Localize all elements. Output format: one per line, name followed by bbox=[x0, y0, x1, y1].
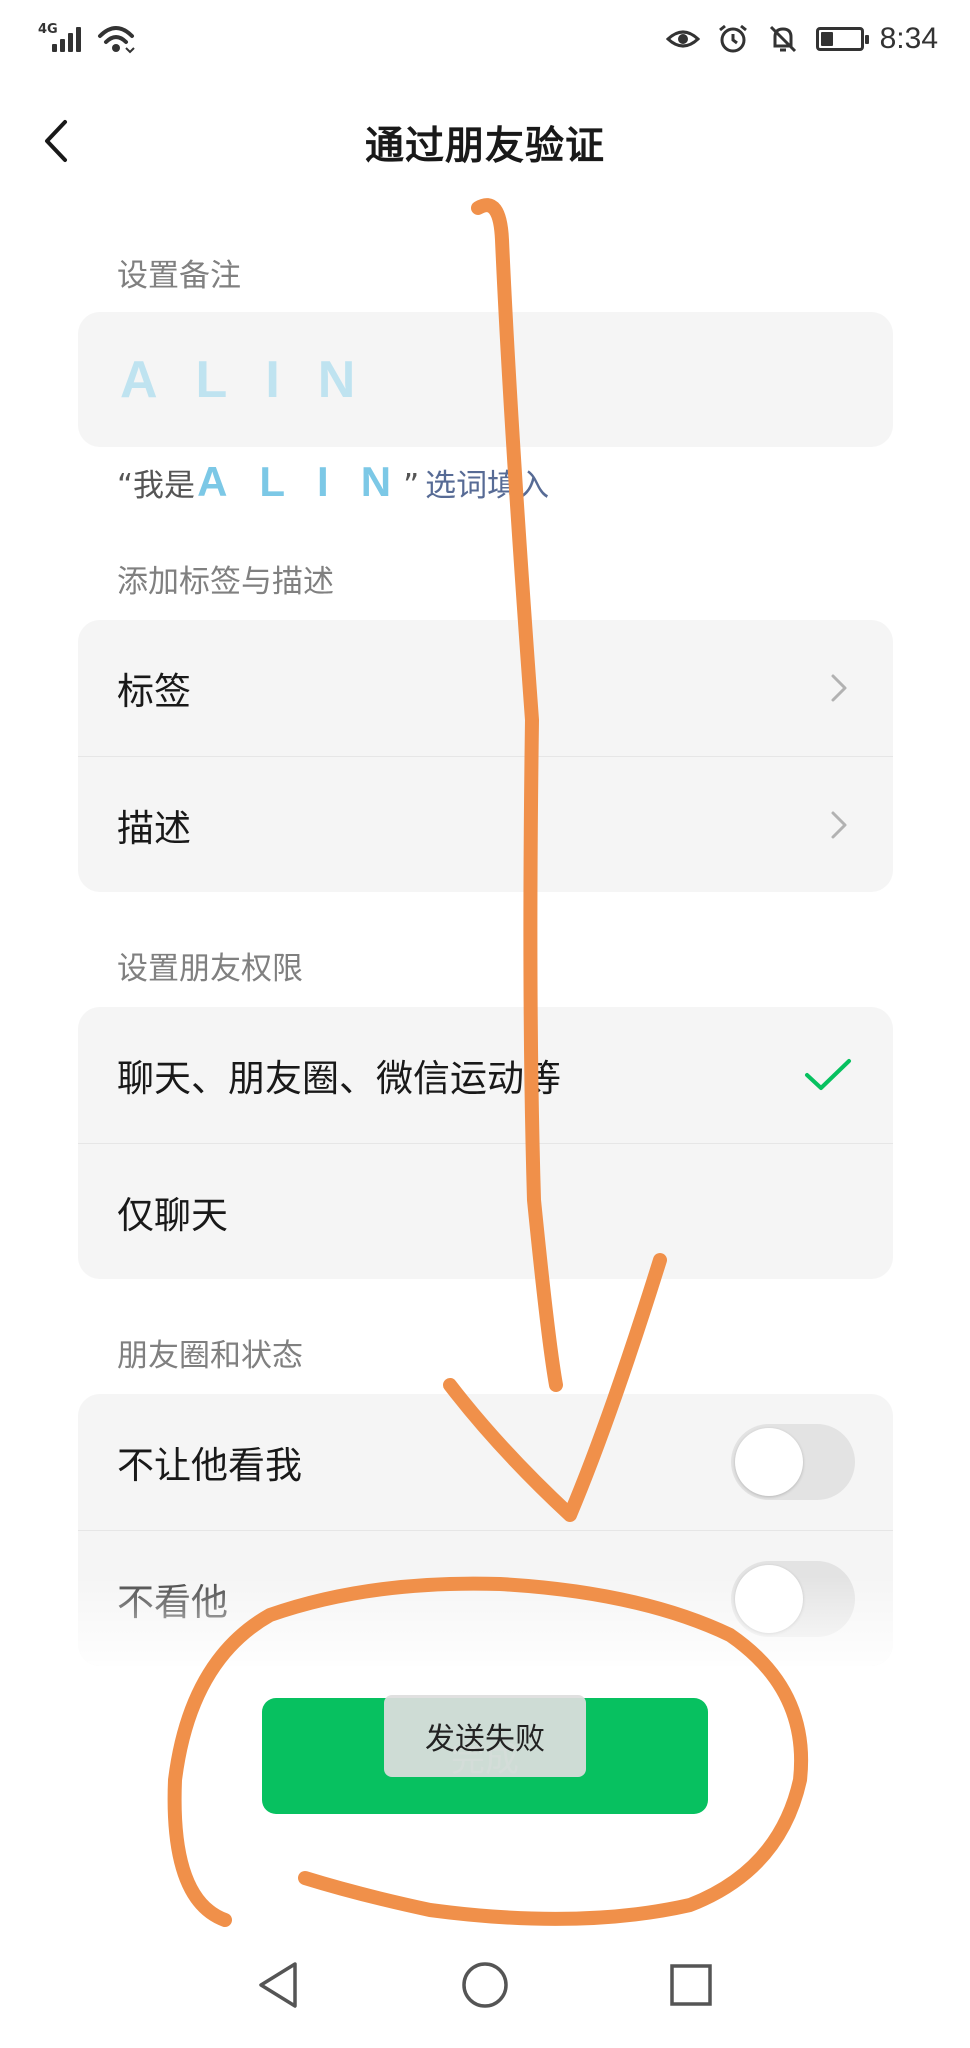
checkmark-icon bbox=[805, 1059, 851, 1090]
remark-section-label: 设置备注 bbox=[117, 258, 241, 294]
suggestion-prefix: “我是 bbox=[117, 468, 196, 504]
hide-their-moments-toggle[interactable] bbox=[731, 1560, 855, 1637]
fill-in-link[interactable]: 选词填入 bbox=[425, 460, 549, 505]
tags-section-label: 添加标签与描述 bbox=[117, 564, 334, 600]
hide-my-moments-row: 不让他看我 bbox=[78, 1394, 893, 1530]
permission-card: 聊天、朋友圈、微信运动等 仅聊天 bbox=[78, 1007, 893, 1279]
network-type: 4G bbox=[38, 22, 58, 37]
tags-row[interactable]: 标签 bbox=[78, 620, 893, 756]
nav-bar: 通过朋友验证 bbox=[0, 95, 970, 185]
status-right: 8:34 bbox=[665, 22, 938, 56]
status-left: 4G bbox=[38, 22, 136, 56]
suggestion-suffix: ” bbox=[403, 468, 420, 504]
home-circle-icon[interactable] bbox=[455, 1955, 515, 2015]
permission-option-all-label: 聊天、朋友圈、微信运动等 bbox=[117, 1057, 561, 1100]
remark-input[interactable]: ALIN bbox=[78, 312, 893, 447]
chevron-right-icon bbox=[831, 811, 847, 838]
mute-bell-icon bbox=[766, 22, 800, 56]
battery-icon bbox=[815, 27, 869, 51]
tags-card: 标签 描述 bbox=[78, 620, 893, 892]
description-row-label: 描述 bbox=[117, 806, 191, 850]
permission-option-chat-only[interactable]: 仅聊天 bbox=[78, 1143, 893, 1279]
hide-my-moments-toggle[interactable] bbox=[731, 1424, 855, 1500]
status-bar: 4G 8:34 bbox=[0, 0, 970, 80]
wifi-icon bbox=[96, 22, 136, 56]
toast-message: 发送失败 bbox=[384, 1695, 586, 1777]
signal-icon: 4G bbox=[38, 22, 86, 56]
permission-option-all[interactable]: 聊天、朋友圈、微信运动等 bbox=[78, 1007, 893, 1143]
permission-option-chat-only-label: 仅聊天 bbox=[117, 1193, 228, 1237]
alarm-icon bbox=[716, 22, 750, 56]
permission-section-label: 设置朋友权限 bbox=[117, 951, 303, 987]
remark-input-value: ALIN bbox=[120, 351, 394, 409]
hide-their-moments-label: 不看他 bbox=[117, 1580, 228, 1624]
hide-their-moments-row: 不看他 bbox=[78, 1530, 893, 1666]
description-row[interactable]: 描述 bbox=[78, 756, 893, 892]
remark-suggestion: “我是 ALIN ” 选词填入 bbox=[117, 458, 549, 506]
suggestion-name: ALIN bbox=[197, 458, 424, 505]
chevron-right-icon bbox=[831, 674, 847, 702]
back-triangle-icon[interactable] bbox=[248, 1955, 308, 2015]
system-nav-bar bbox=[0, 1935, 970, 2048]
moments-section-label: 朋友圈和状态 bbox=[117, 1338, 303, 1374]
recents-square-icon[interactable] bbox=[661, 1955, 721, 2015]
eye-icon bbox=[665, 22, 700, 56]
hide-my-moments-label: 不让他看我 bbox=[117, 1444, 302, 1487]
status-time: 8:34 bbox=[879, 22, 938, 55]
tags-row-label: 标签 bbox=[117, 670, 191, 713]
page-title: 通过朋友验证 bbox=[364, 124, 605, 169]
moments-card: 不让他看我 不看他 bbox=[78, 1394, 893, 1666]
